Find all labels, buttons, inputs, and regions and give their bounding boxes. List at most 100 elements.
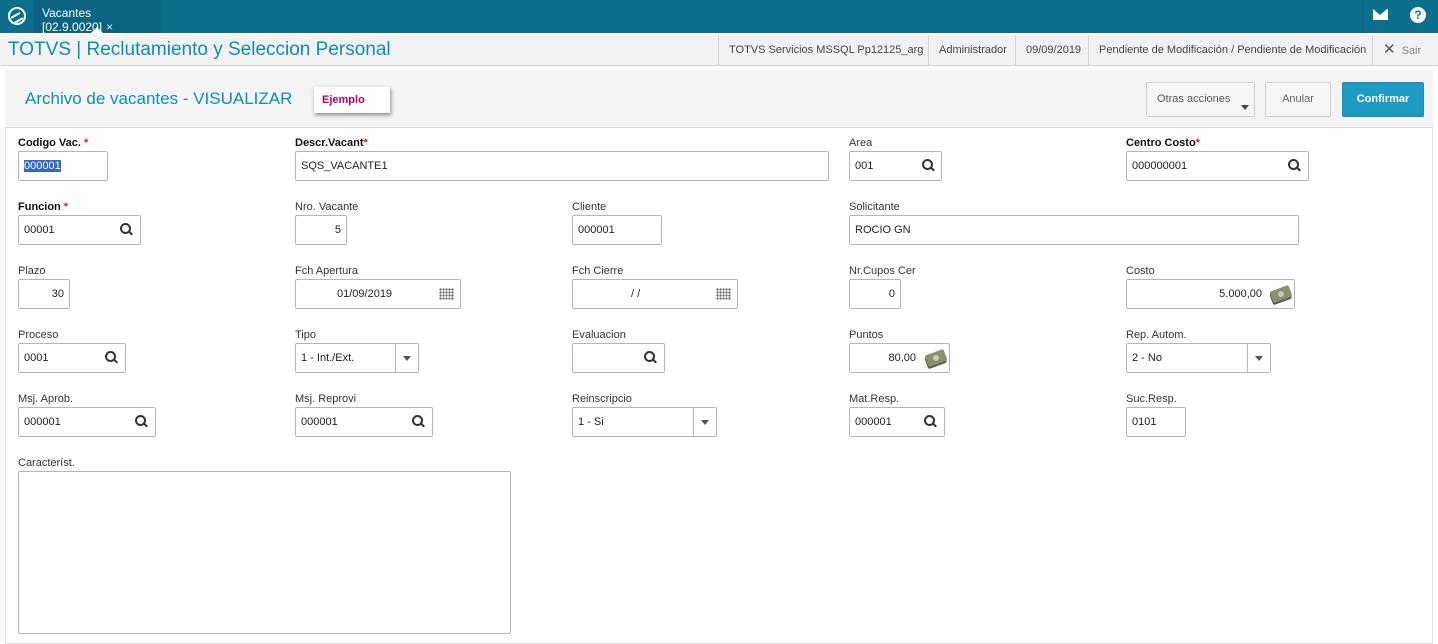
search-icon[interactable] (1288, 159, 1301, 172)
exit-button[interactable]: ✕ Sair (1372, 35, 1431, 65)
centro-costo-input[interactable]: 000000001 (1126, 151, 1309, 181)
cliente-label: Cliente (572, 201, 607, 213)
close-icon: ✕ (1383, 41, 1396, 58)
nr-cupos-cer-input[interactable]: 0 (849, 279, 901, 309)
rep-autom-label: Rep. Autom. (1126, 329, 1187, 341)
evaluacion-label: Evaluacion (572, 329, 626, 341)
money-icon (1269, 284, 1293, 304)
funcion-input[interactable]: 00001 (18, 215, 141, 245)
evaluacion-input[interactable] (572, 343, 665, 373)
fch-apertura-label: Fch Apertura (295, 265, 358, 277)
nro-vacante-label: Nro. Vacante (295, 201, 359, 213)
plazo-label: Plazo (18, 265, 46, 277)
date-info[interactable]: 09/09/2019 (1015, 35, 1091, 65)
area-label: Area (849, 137, 873, 149)
proceso-value: 0001 (24, 352, 49, 364)
tab-close-icon[interactable]: × (106, 20, 113, 34)
reinscripcio-select[interactable]: 1 - Si (572, 407, 717, 437)
user-info[interactable]: Administrador (928, 35, 1017, 65)
msj-reprovi-input[interactable]: 000001 (295, 407, 433, 437)
descr-vacant-label: Descr.Vacant (295, 137, 364, 149)
costo-label: Costo (1126, 265, 1155, 277)
chevron-down-icon[interactable] (693, 408, 716, 436)
mail-icon[interactable] (1373, 9, 1388, 20)
proceso-label: Proceso (18, 329, 59, 341)
page-title: Archivo de vacantes - VISUALIZAR (25, 89, 293, 108)
puntos-label: Puntos (849, 329, 884, 341)
fch-cierre-input[interactable]: / / (572, 279, 738, 309)
caracterist-textarea[interactable] (18, 471, 511, 634)
centro-costo-label: Centro Costo (1126, 137, 1196, 149)
chevron-down-icon (1241, 105, 1249, 110)
tipo-value: 1 - Int./Ext. (301, 352, 355, 364)
mat-resp-value: 000001 (855, 416, 892, 428)
reinscripcio-label: Reinscripcio (572, 393, 632, 405)
other-actions-label: Otras acciones (1157, 93, 1231, 105)
solicitante-label: Solicitante (849, 201, 900, 213)
confirm-button[interactable]: Confirmar (1342, 82, 1424, 117)
msj-aprob-value: 000001 (24, 416, 61, 428)
plazo-input[interactable]: 30 (18, 279, 70, 309)
funcion-value: 00001 (24, 224, 55, 236)
fch-apertura-value: 01/09/2019 (337, 288, 393, 300)
example-tag: Ejemplo (314, 87, 390, 113)
tab-vacantes[interactable]: Vacantes [02.9.0020] × (34, 0, 161, 34)
cancel-button[interactable]: Anular (1265, 82, 1331, 117)
search-icon[interactable] (105, 351, 118, 364)
calendar-icon[interactable] (439, 288, 454, 300)
caracterist-label: Característ. (18, 457, 75, 469)
other-actions-button[interactable]: Otras acciones (1146, 82, 1255, 117)
search-icon[interactable] (924, 415, 937, 428)
fch-apertura-input[interactable]: 01/09/2019 (295, 279, 461, 309)
totvs-logo-icon[interactable] (8, 7, 26, 25)
costo-input[interactable]: 5.000,00 (1126, 279, 1295, 309)
search-icon[interactable] (644, 351, 657, 364)
suc-resp-label: Suc.Resp. (1126, 393, 1177, 405)
rep-autom-select[interactable]: 2 - No (1126, 343, 1271, 373)
puntos-input[interactable]: 80,00 (849, 343, 950, 373)
area-input[interactable]: 001 (849, 151, 942, 181)
tipo-label: Tipo (295, 329, 316, 341)
suc-resp-input[interactable]: 0101 (1126, 407, 1186, 437)
tipo-select[interactable]: 1 - Int./Ext. (295, 343, 419, 373)
msj-aprob-input[interactable]: 000001 (18, 407, 156, 437)
help-icon[interactable]: ? (1410, 7, 1426, 23)
funcion-label: Funcion (18, 201, 61, 213)
costo-value: 5.000,00 (1219, 288, 1262, 300)
fch-cierre-label: Fch Cierre (572, 265, 624, 277)
codigo-vac-input[interactable]: 000001 (18, 151, 108, 181)
environment-info[interactable]: TOTVS Servicios MSSQL Pp12125_arg (718, 35, 933, 65)
search-icon[interactable] (120, 223, 133, 236)
required-marker: * (63, 201, 69, 213)
solicitante-input[interactable]: ROCIO GN (849, 215, 1299, 245)
app-header: TOTVS | Reclutamiento y Seleccion Person… (0, 35, 1438, 66)
app-title: TOTVS | Reclutamiento y Seleccion Person… (8, 39, 391, 60)
exit-label: Sair (1401, 45, 1422, 57)
search-icon[interactable] (135, 415, 148, 428)
codigo-vac-value: 000001 (24, 160, 61, 172)
reinscripcio-value: 1 - Si (578, 416, 604, 428)
mat-resp-label: Mat.Resp. (849, 393, 900, 405)
mat-resp-input[interactable]: 000001 (849, 407, 945, 437)
money-icon (924, 348, 948, 368)
fch-cierre-value: / / (631, 288, 641, 300)
calendar-icon[interactable] (716, 288, 731, 300)
puntos-value: 80,00 (888, 352, 916, 364)
proceso-input[interactable]: 0001 (18, 343, 126, 373)
nr-cupos-cer-label: Nr.Cupos Cer (849, 265, 916, 277)
chevron-down-icon[interactable] (1247, 344, 1270, 372)
divider (1362, 0, 1363, 33)
search-icon[interactable] (922, 159, 935, 172)
rep-autom-value: 2 - No (1132, 352, 1162, 364)
active-tab-indicator (91, 27, 103, 33)
centro-costo-value: 000000001 (1132, 160, 1188, 172)
status-info: Pendiente de Modificación / Pendiente de… (1088, 35, 1376, 65)
msj-reprovi-label: Msj. Reprovi (295, 393, 357, 405)
vacancy-form: Codigo Vac. * 000001 Descr.Vacant* SQS_VA… (5, 128, 1433, 644)
search-icon[interactable] (412, 415, 425, 428)
chevron-down-icon[interactable] (395, 344, 418, 372)
descr-vacant-input[interactable]: SQS_VACANTE1 (295, 151, 829, 181)
msj-aprob-label: Msj. Aprob. (18, 393, 74, 405)
cliente-input[interactable]: 000001 (572, 215, 662, 245)
nro-vacante-input[interactable]: 5 (295, 215, 347, 245)
